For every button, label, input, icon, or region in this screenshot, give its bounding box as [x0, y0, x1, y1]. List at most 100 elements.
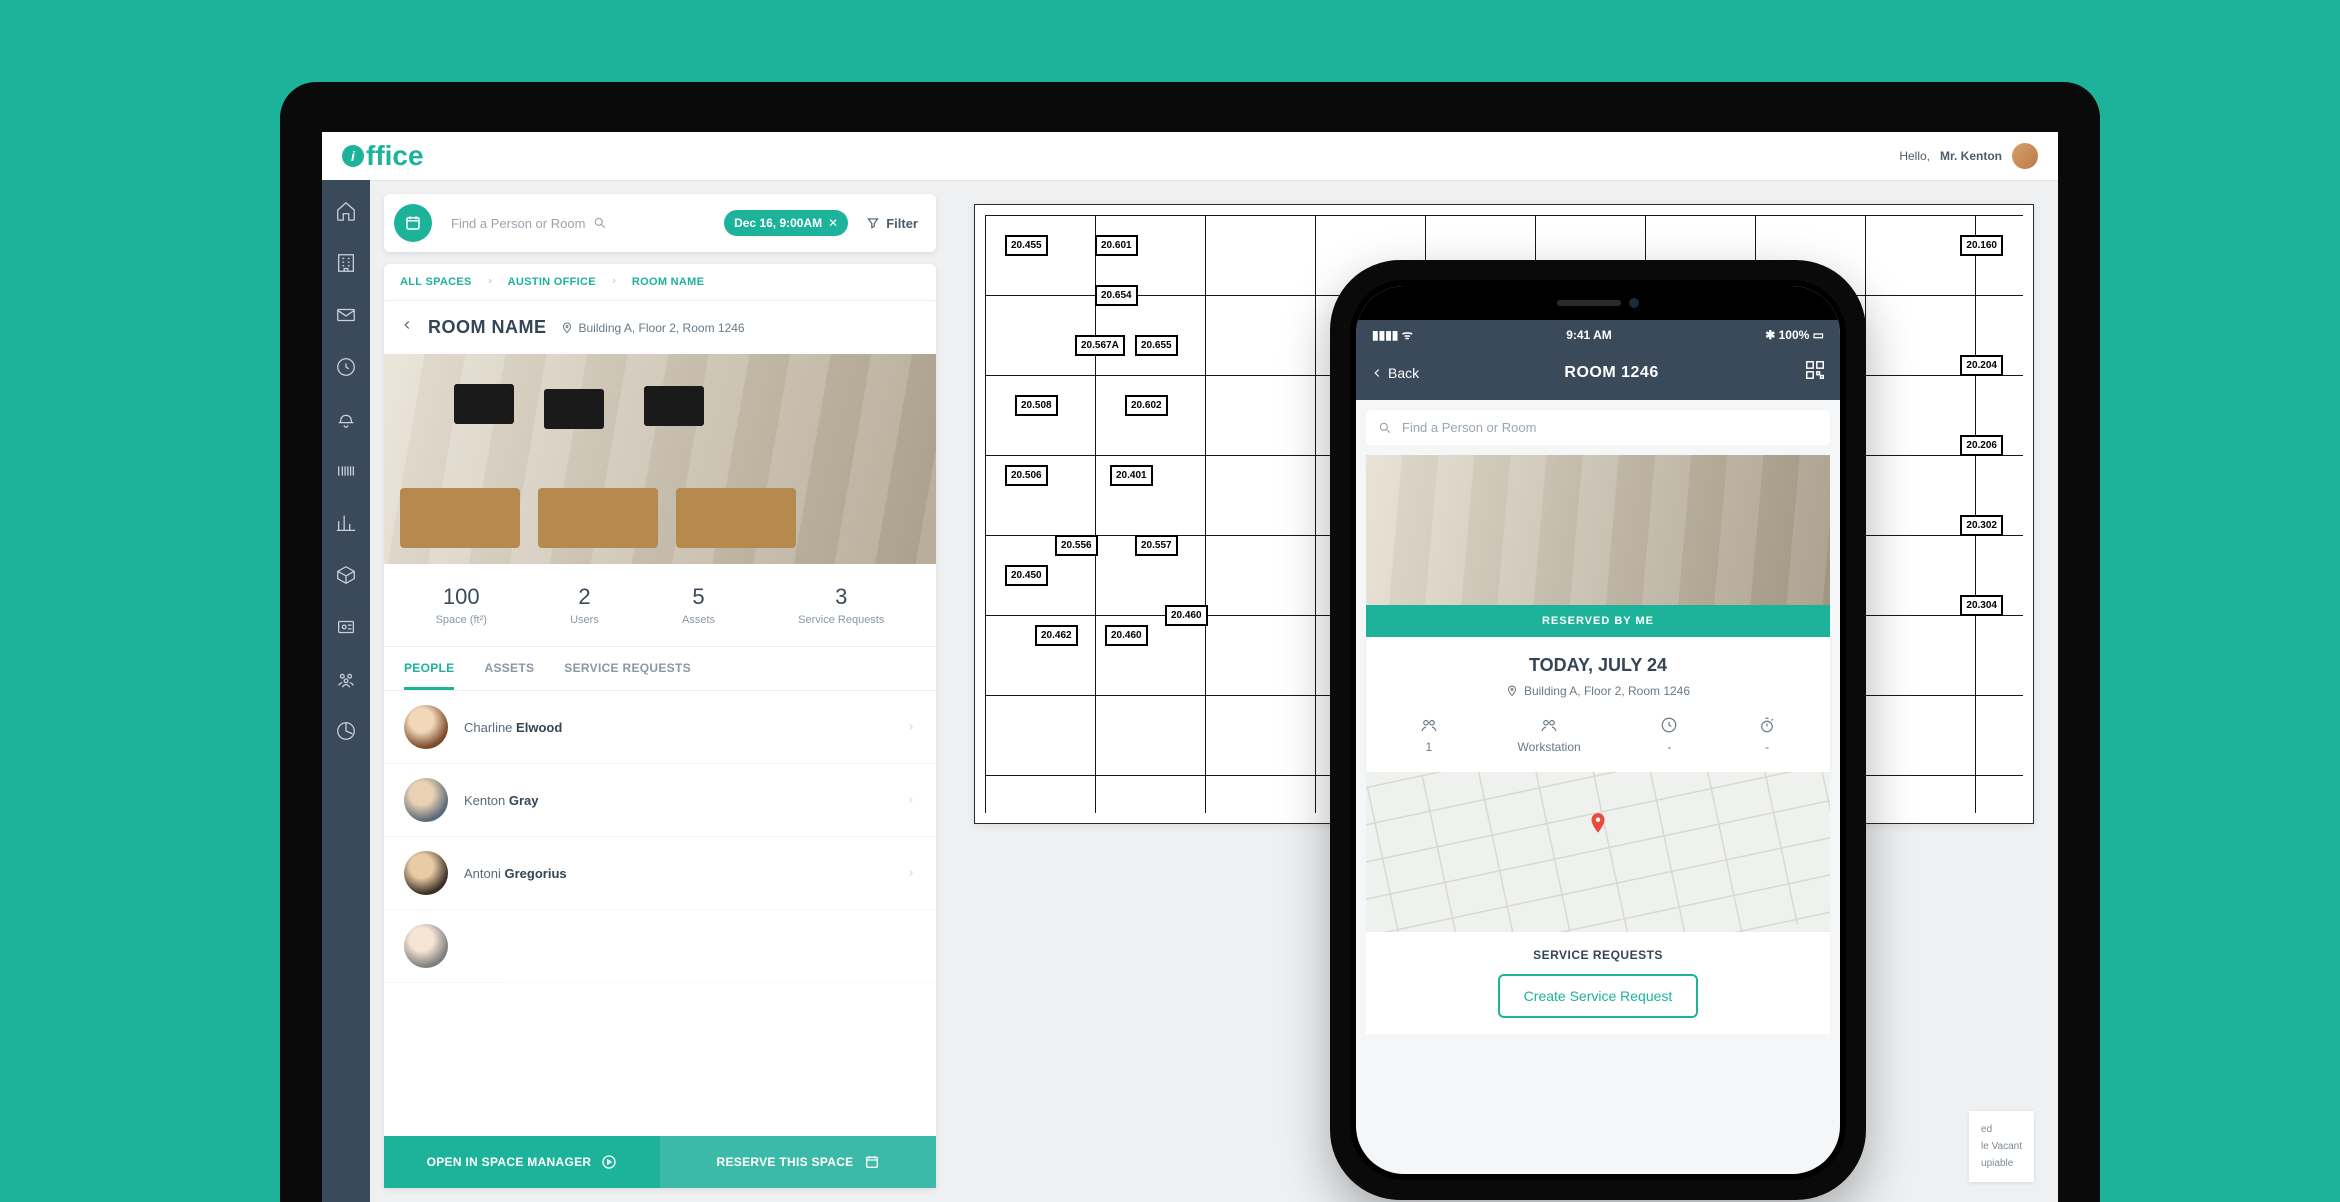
desk-decoration-icon [538, 488, 658, 548]
status-bar: ▮▮▮▮ ᯤ 9:41 AM ✱ 100% ▭ [1356, 320, 1840, 349]
reserve-space-button[interactable]: RESERVE THIS SPACE [660, 1136, 936, 1188]
phone-sr-title: SERVICE REQUESTS [1382, 948, 1814, 962]
calendar-button[interactable] [394, 204, 432, 242]
crumb-austin-office[interactable]: AUSTIN OFFICE [508, 276, 596, 288]
floor-room-label[interactable]: 20.557 [1135, 535, 1178, 556]
room-location: Building A, Floor 2, Room 1246 [561, 321, 745, 335]
floor-room-label[interactable]: 20.556 [1055, 535, 1098, 556]
tab-service-requests[interactable]: SERVICE REQUESTS [564, 661, 691, 690]
floor-room-label[interactable]: 20.508 [1015, 395, 1058, 416]
barcode-icon[interactable] [335, 460, 357, 482]
floor-room-label[interactable]: 20.455 [1005, 235, 1048, 256]
phone-back-button[interactable]: Back [1370, 365, 1419, 381]
floorplan-legend: ed le Vacant upiable [1969, 1111, 2034, 1182]
breadcrumb: ALL SPACES AUSTIN OFFICE ROOM NAME [384, 264, 936, 300]
user-area[interactable]: Hello, Mr. Kenton [1899, 143, 2038, 169]
reserved-banner: RESERVED BY ME [1366, 605, 1830, 637]
map-pin-icon [1585, 811, 1611, 842]
back-button[interactable] [400, 318, 414, 337]
floor-room-label[interactable]: 20.655 [1135, 335, 1178, 356]
monitor-decoration-icon [454, 384, 514, 424]
crumb-all-spaces[interactable]: ALL SPACES [400, 276, 472, 288]
floor-room-label[interactable]: 20.506 [1005, 465, 1048, 486]
list-item[interactable] [384, 910, 936, 983]
floor-room-label[interactable]: 20.601 [1095, 235, 1138, 256]
mail-icon[interactable] [335, 304, 357, 326]
bell-icon[interactable] [335, 408, 357, 430]
search-placeholder: Find a Person or Room [451, 216, 585, 231]
crumb-room-name[interactable]: ROOM NAME [632, 276, 704, 288]
logo-mark-icon: i [342, 145, 364, 167]
floor-room-label[interactable]: 20.304 [1960, 595, 2003, 616]
floor-room-label[interactable]: 20.206 [1960, 435, 2003, 456]
phone-map[interactable] [1366, 772, 1830, 932]
greeting-text: Hello, [1899, 149, 1930, 163]
pstat-people: 1 [1420, 716, 1438, 754]
qr-scan-button[interactable] [1804, 359, 1826, 386]
chevron-right-icon [906, 795, 916, 805]
phone-search-input[interactable]: Find a Person or Room [1366, 410, 1830, 445]
pie-icon[interactable] [335, 720, 357, 742]
phone-today-title: TODAY, JULY 24 [1380, 655, 1816, 676]
stat-space: 100 Space (ft²) [436, 584, 487, 626]
workstation-icon [1540, 716, 1558, 734]
search-icon [593, 216, 607, 230]
date-chip[interactable]: Dec 16, 9:00AM ✕ [724, 210, 848, 236]
home-icon[interactable] [335, 200, 357, 222]
pstat-clock: - [1660, 716, 1678, 754]
stopwatch-icon [1758, 716, 1776, 734]
legend-item: le Vacant [1981, 1138, 2022, 1155]
floor-room-label[interactable]: 20.401 [1110, 465, 1153, 486]
building-icon[interactable] [335, 252, 357, 274]
room-stats: 100 Space (ft²) 2 Users 5 Assets [384, 564, 936, 647]
floor-room-label[interactable]: 20.654 [1095, 285, 1138, 306]
panel-actions: OPEN IN SPACE MANAGER RESERVE THIS SPACE [384, 1136, 936, 1188]
person-name: Charline Elwood [464, 720, 890, 735]
people-list: Charline Elwood Kenton Gray Antoni Grego [384, 691, 936, 1136]
clock-icon[interactable] [335, 356, 357, 378]
filter-button[interactable]: Filter [858, 212, 926, 235]
badge-icon[interactable] [335, 616, 357, 638]
floor-room-label[interactable]: 20.567A [1075, 335, 1125, 356]
open-space-manager-button[interactable]: OPEN IN SPACE MANAGER [384, 1136, 660, 1188]
user-avatar[interactable] [2012, 143, 2038, 169]
stat-space-label: Space (ft²) [436, 614, 487, 626]
floor-room-label[interactable]: 20.302 [1960, 515, 2003, 536]
list-item[interactable]: Charline Elwood [384, 691, 936, 764]
phone-service-requests: SERVICE REQUESTS Create Service Request [1366, 932, 1830, 1034]
floor-room-label[interactable]: 20.450 [1005, 565, 1048, 586]
floor-room-label[interactable]: 20.204 [1960, 355, 2003, 376]
floor-room-label[interactable]: 20.160 [1960, 235, 2003, 256]
back-label: Back [1388, 365, 1419, 381]
stat-sr-value: 3 [798, 584, 884, 610]
package-icon[interactable] [335, 564, 357, 586]
desk-decoration-icon [400, 488, 520, 548]
phone-notch [1356, 286, 1840, 320]
camera-icon [1629, 298, 1639, 308]
floor-room-label[interactable]: 20.602 [1125, 395, 1168, 416]
sidebar [322, 180, 370, 1202]
phone-frame: ▮▮▮▮ ᯤ 9:41 AM ✱ 100% ▭ Back ROOM 1246 F… [1330, 260, 1866, 1200]
pstat-people-value: 1 [1420, 740, 1438, 754]
pstat-clock-value: - [1660, 740, 1678, 754]
desk-decoration-icon [676, 488, 796, 548]
create-service-request-button[interactable]: Create Service Request [1498, 974, 1699, 1018]
date-chip-clear[interactable]: ✕ [828, 216, 838, 230]
avatar [404, 705, 448, 749]
app-logo[interactable]: i ffice [342, 140, 424, 172]
list-item[interactable]: Kenton Gray [384, 764, 936, 837]
user-name: Mr. Kenton [1940, 149, 2002, 163]
search-input[interactable]: Find a Person or Room [442, 211, 714, 236]
tab-people[interactable]: PEOPLE [404, 661, 454, 690]
chart-icon[interactable] [335, 512, 357, 534]
floor-room-label[interactable]: 20.462 [1035, 625, 1078, 646]
action-label: OPEN IN SPACE MANAGER [427, 1155, 592, 1169]
pstat-timer: - [1758, 716, 1776, 754]
stat-assets-label: Assets [682, 614, 715, 626]
floor-room-label[interactable]: 20.460 [1105, 625, 1148, 646]
legend-item: ed [1981, 1121, 2022, 1138]
tab-assets[interactable]: ASSETS [484, 661, 534, 690]
floor-room-label[interactable]: 20.460 [1165, 605, 1208, 626]
list-item[interactable]: Antoni Gregorius [384, 837, 936, 910]
team-icon[interactable] [335, 668, 357, 690]
